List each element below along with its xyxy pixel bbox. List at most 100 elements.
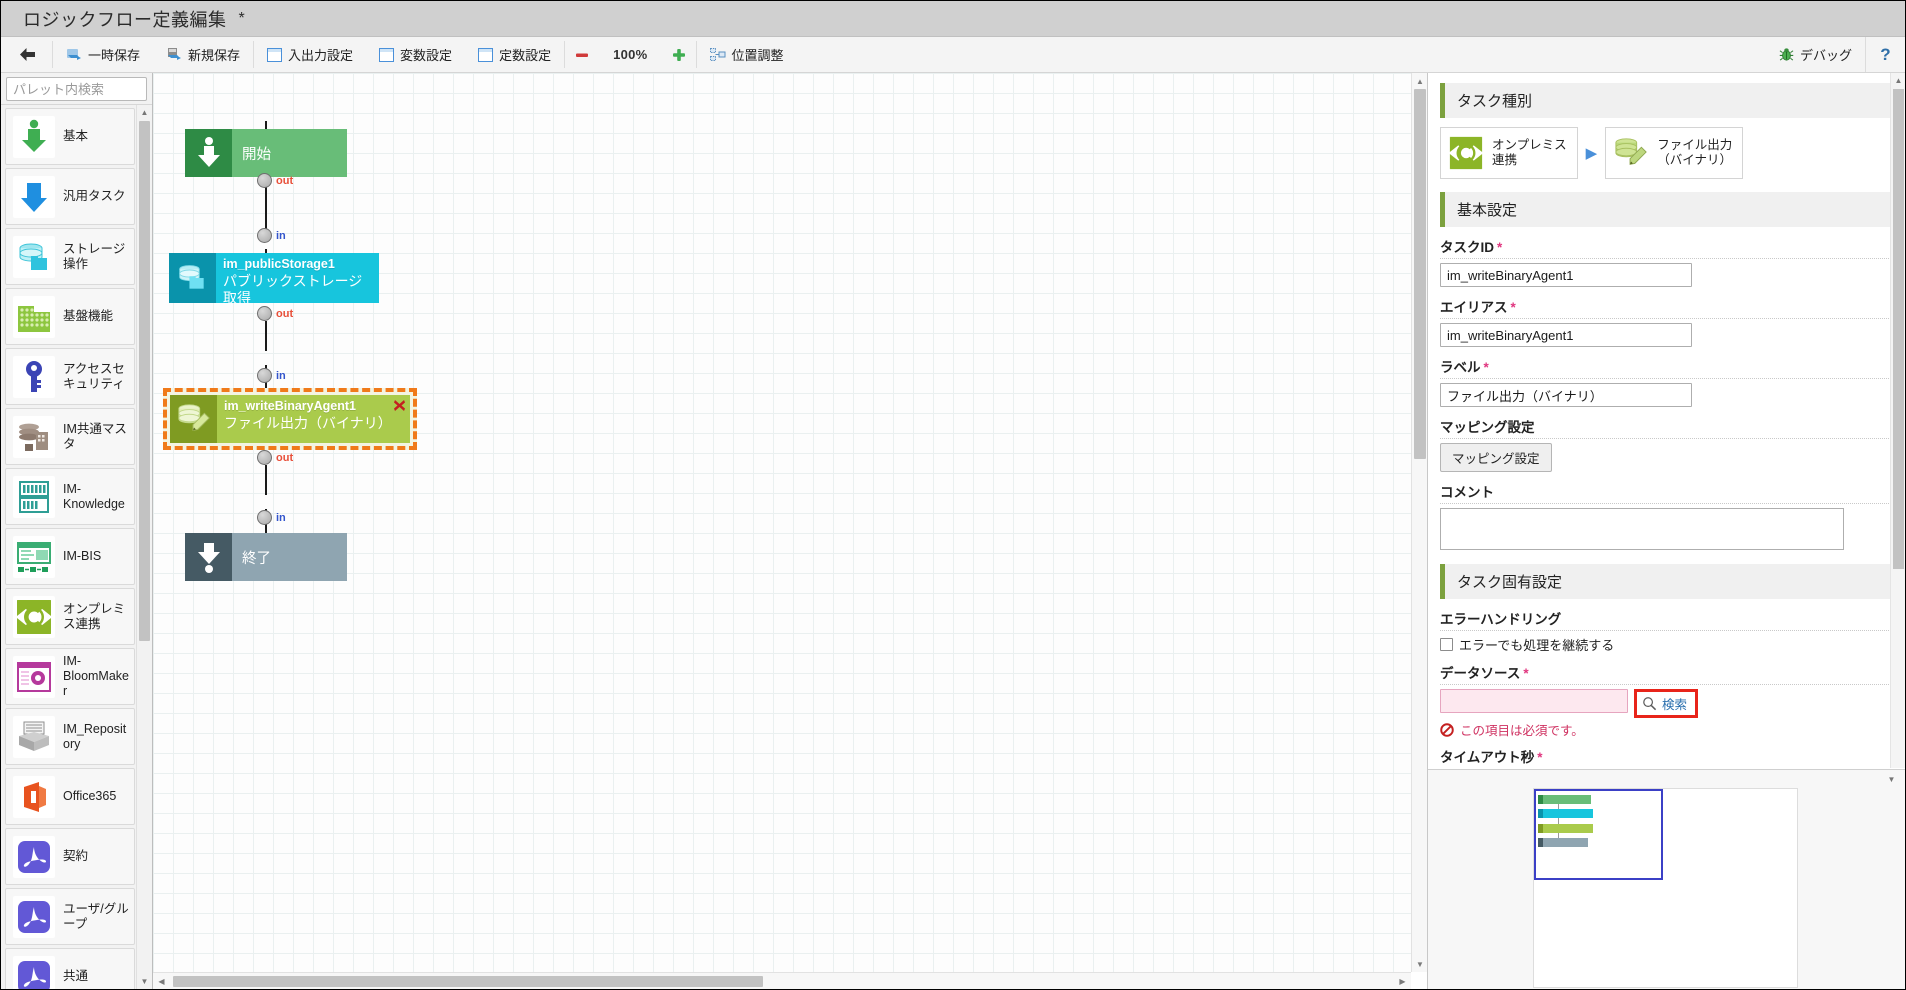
- palette-item-office365[interactable]: Office365: [5, 768, 135, 825]
- palette-item-im-repository[interactable]: IM_Repository: [5, 708, 135, 765]
- zoom-in-button[interactable]: [662, 37, 696, 72]
- flow-canvas-grid[interactable]: 開始 out in im_publicStorage1 パブリックストレージ取得…: [153, 73, 1411, 972]
- label-input[interactable]: [1440, 383, 1692, 407]
- zoom-out-button[interactable]: [565, 37, 599, 72]
- prohibition-icon: [1440, 722, 1454, 737]
- io-settings-button[interactable]: 入出力設定: [254, 37, 366, 72]
- task-type-name-line1: ファイル出力: [1657, 138, 1733, 152]
- purple-pdf-icon: [13, 895, 55, 938]
- palette-item-label: アクセスセキュリティ: [63, 361, 125, 391]
- flow-node-start[interactable]: 開始: [185, 129, 347, 177]
- port-storage-in[interactable]: [257, 228, 272, 243]
- palette-item-im-bis[interactable]: IM-BIS: [5, 528, 135, 585]
- toolbar: 一時保存 新規保存 入出力設定 変数設定 定数設定 100% 位置調整 デバッグ…: [1, 37, 1905, 73]
- port-end-in[interactable]: [257, 510, 272, 525]
- properties-panel: タスク種別 オンプレミス 連携 ▶ ファイル出力 （バイナリ） 基本設定 タスク…: [1427, 73, 1905, 989]
- canvas-horizontal-scrollbar[interactable]: ◀ ▶: [153, 972, 1411, 989]
- task-id-input[interactable]: [1440, 263, 1692, 287]
- mapping-settings-button[interactable]: マッピング設定: [1440, 443, 1552, 472]
- properties-scroll-up-arrow[interactable]: ▲: [1891, 73, 1905, 88]
- palette-scroll-thumb[interactable]: [139, 121, 150, 641]
- constant-settings-label: 定数設定: [499, 48, 552, 63]
- port-label-out: out: [276, 175, 294, 187]
- palette-search-input[interactable]: [6, 77, 147, 101]
- section-basic-settings: 基本設定: [1440, 192, 1893, 227]
- properties-scroll-thumb[interactable]: [1893, 89, 1904, 569]
- constant-settings-button[interactable]: 定数設定: [465, 37, 564, 72]
- palette-item-im-knowledge[interactable]: IM-Knowledge: [5, 468, 135, 525]
- palette-item-user-group[interactable]: ユーザ/グループ: [5, 888, 135, 945]
- title-bar: ロジックフロー定義編集 *: [1, 1, 1905, 37]
- required-marker: *: [1497, 240, 1503, 255]
- palette-item-common[interactable]: 共通: [5, 948, 135, 989]
- flow-node-im_publicStorage1[interactable]: im_publicStorage1 パブリックストレージ取得: [169, 253, 379, 306]
- port-storage-out[interactable]: [257, 306, 272, 321]
- flow-node-selection-frame[interactable]: im_writeBinaryAgent1 ファイル出力（バイナリ）: [163, 388, 417, 450]
- green-database-pencil-icon: [1611, 133, 1652, 173]
- minimap-canvas[interactable]: [1533, 788, 1798, 988]
- palette-item-storage[interactable]: ストレージ操作: [5, 228, 135, 285]
- palette-item-access-security[interactable]: アクセスセキュリティ: [5, 348, 135, 405]
- minimap-collapse-arrow[interactable]: ▼: [1884, 772, 1899, 787]
- palette-item-platform[interactable]: 基盤機能: [5, 288, 135, 345]
- minimap-panel[interactable]: ▼: [1428, 769, 1905, 989]
- comment-textarea[interactable]: [1440, 508, 1844, 550]
- continue-on-error-checkbox[interactable]: [1440, 638, 1453, 651]
- start-down-arrow-icon: [185, 129, 232, 177]
- debug-button[interactable]: デバッグ: [1766, 37, 1865, 72]
- align-button[interactable]: 位置調整: [697, 37, 797, 72]
- canvas-scroll-right-arrow[interactable]: ▶: [1394, 973, 1411, 989]
- zoom-level-display: 100%: [613, 47, 648, 62]
- palette-item-label: 基本: [63, 129, 89, 143]
- port-label-in: in: [276, 370, 286, 382]
- help-button[interactable]: ?: [1865, 37, 1905, 72]
- palette-scroll-down-arrow[interactable]: ▼: [137, 974, 152, 989]
- canvas-vertical-scrollbar[interactable]: ▲ ▼: [1411, 73, 1427, 972]
- flow-node-end[interactable]: 終了: [185, 533, 347, 581]
- datasource-search-button[interactable]: 検索: [1634, 689, 1699, 718]
- palette-item-label: IM_Repository: [63, 721, 127, 751]
- palette-item-onpremise[interactable]: オンプレミス連携: [5, 588, 135, 645]
- palette-item-general-task[interactable]: 汎用タスク: [5, 168, 135, 225]
- flow-node-label: パブリックストレージ取得: [223, 273, 363, 306]
- properties-scroll-area: タスク種別 オンプレミス 連携 ▶ ファイル出力 （バイナリ） 基本設定 タスク…: [1428, 73, 1905, 768]
- port-write-out[interactable]: [257, 450, 272, 465]
- canvas-scroll-down-arrow[interactable]: ▼: [1412, 956, 1427, 972]
- palette-item-label: 基盤機能: [63, 309, 114, 323]
- required-marker: *: [1537, 750, 1543, 765]
- minimap-node: [1538, 795, 1591, 804]
- palette-scroll-up-arrow[interactable]: ▲: [137, 105, 152, 120]
- port-write-in[interactable]: [257, 368, 272, 383]
- flow-canvas-area[interactable]: 開始 out in im_publicStorage1 パブリックストレージ取得…: [153, 73, 1427, 989]
- canvas-scroll-left-arrow[interactable]: ◀: [153, 973, 170, 989]
- minimap-node-bar: [1543, 795, 1591, 804]
- close-x-icon[interactable]: [393, 399, 406, 412]
- unsaved-marker: *: [238, 9, 245, 27]
- palette-item-basic[interactable]: 基本: [5, 108, 135, 165]
- back-button[interactable]: [1, 37, 52, 72]
- task-type-category-card[interactable]: オンプレミス 連携: [1440, 127, 1578, 179]
- palette-scrollbar[interactable]: ▲ ▼: [136, 105, 151, 989]
- task-type-name-card[interactable]: ファイル出力 （バイナリ）: [1605, 127, 1744, 179]
- port-start-out[interactable]: [257, 173, 272, 188]
- palette-item-label: IM-BloomMaker: [63, 654, 129, 698]
- properties-scrollbar[interactable]: ▲: [1890, 73, 1905, 768]
- palette-item-im-common-master[interactable]: IM共通マスタ: [5, 408, 135, 465]
- continue-on-error-row[interactable]: エラーでも処理を継続する: [1440, 635, 1893, 654]
- new-save-button[interactable]: 新規保存: [153, 37, 253, 72]
- canvas-vertical-scroll-thumb[interactable]: [1414, 89, 1426, 459]
- palette-item-im-bloommaker[interactable]: IM-BloomMaker: [5, 648, 135, 705]
- task-type-name-text: ファイル出力 （バイナリ）: [1657, 138, 1732, 168]
- alias-input[interactable]: [1440, 323, 1692, 347]
- datasource-input[interactable]: [1440, 689, 1628, 713]
- align-label: 位置調整: [731, 48, 784, 63]
- datasource-label: データソース *: [1440, 662, 1893, 685]
- temp-save-button[interactable]: 一時保存: [53, 37, 153, 72]
- palette-item-contract[interactable]: 契約: [5, 828, 135, 885]
- canvas-horizontal-scroll-thumb[interactable]: [173, 976, 763, 987]
- flow-node-im_writeBinaryAgent1[interactable]: im_writeBinaryAgent1 ファイル出力（バイナリ）: [170, 395, 410, 443]
- canvas-scroll-up-arrow[interactable]: ▲: [1412, 73, 1427, 89]
- cyan-database-folder-icon: [13, 235, 55, 278]
- variable-settings-button[interactable]: 変数設定: [366, 37, 465, 72]
- minimap-node: [1538, 809, 1593, 818]
